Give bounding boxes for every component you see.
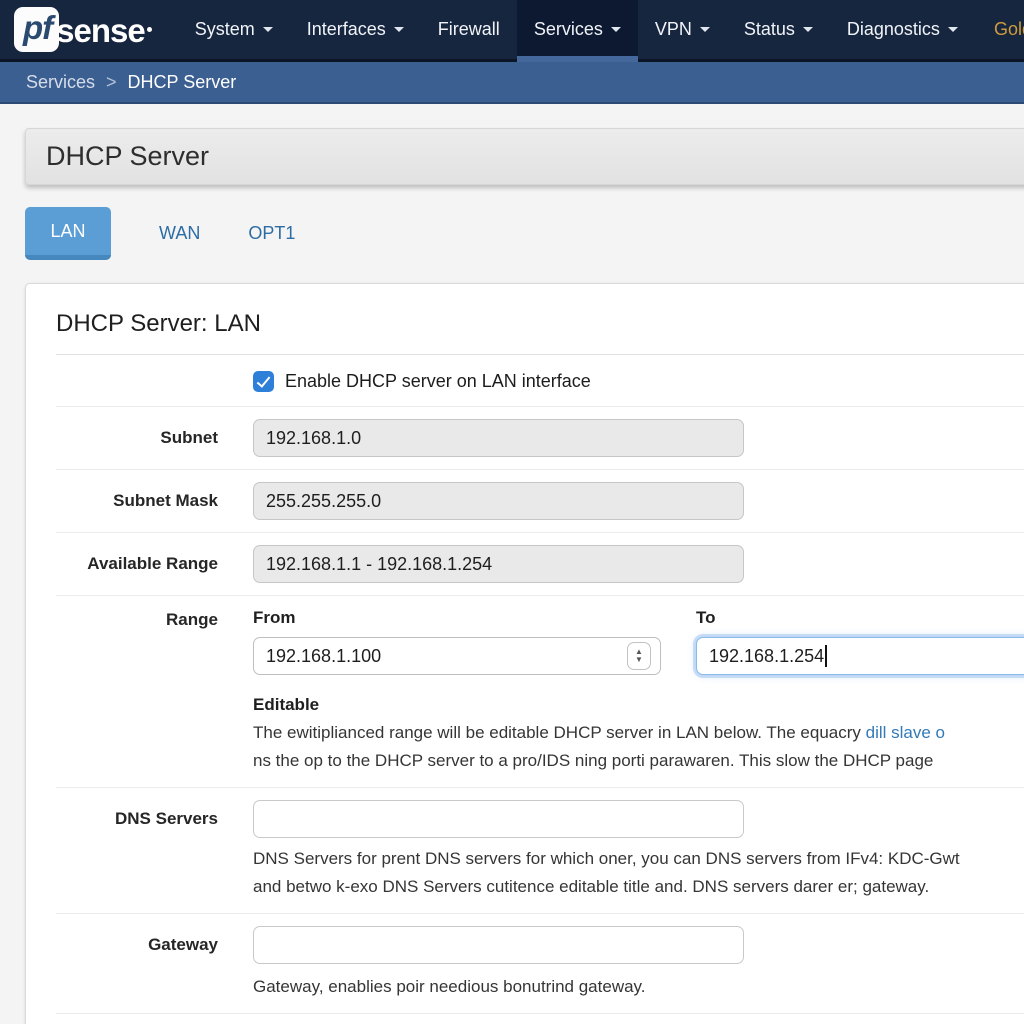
breadcrumb-current-page[interactable]: DHCP Server <box>128 72 237 93</box>
enable-dhcp-label: Enable DHCP server on LAN interface <box>285 371 591 392</box>
dns-help-line1: DNS Servers for prent DNS servers for wh… <box>253 845 1024 873</box>
breadcrumb-services-link[interactable]: Services <box>26 72 95 93</box>
range-to-input[interactable]: 192.168.1.254 <box>696 637 1024 675</box>
editable-help-line2: ns the op to the DHCP server to a pro/ID… <box>253 747 1024 775</box>
range-label: Range <box>56 608 218 775</box>
pfsense-logo[interactable]: pfsense <box>0 0 166 59</box>
chevron-down-icon <box>394 27 404 32</box>
nav-item-diagnostics[interactable]: Diagnostics <box>830 0 975 59</box>
nav-item-interfaces[interactable]: Interfaces <box>290 0 421 59</box>
dns-help-line2: and betwo k-exo DNS Servers cutitence ed… <box>253 873 1024 901</box>
chevron-down-icon <box>948 27 958 32</box>
breadcrumb-separator: > <box>106 72 117 93</box>
subnet-mask-row: Subnet Mask 255.255.255.0 <box>56 470 1024 533</box>
number-stepper[interactable]: ▲▼ <box>627 642 651 670</box>
available-range-label: Available Range <box>56 545 218 583</box>
text-cursor <box>825 645 827 667</box>
chevron-down-icon <box>263 27 273 32</box>
range-from-heading: From <box>253 608 661 628</box>
enable-dhcp-checkbox[interactable] <box>253 371 274 392</box>
top-navbar: pfsense System Interfaces Firewall Servi… <box>0 0 1024 62</box>
available-range-row: Available Range 192.168.1.1 - 192.168.1.… <box>56 533 1024 596</box>
subnet-mask-label: Subnet Mask <box>56 482 218 520</box>
editable-help-block: Editable The ewitiplianced range will be… <box>253 695 1024 775</box>
page-title: DHCP Server <box>46 141 209 172</box>
gateway-label: Gateway <box>56 926 218 1001</box>
chevron-down-icon <box>700 27 710 32</box>
subnet-row: Subnet 192.168.1.0 <box>56 407 1024 470</box>
tab-opt1[interactable]: OPT1 <box>248 207 295 260</box>
dns-servers-input[interactable] <box>253 800 744 838</box>
interface-tabs: LAN WAN OPT1 <box>25 207 1024 260</box>
range-from-column: From 192.168.1.100 ▲▼ <box>253 608 661 675</box>
editable-help-link[interactable]: dill slave o <box>866 723 945 742</box>
subnet-mask-field: 255.255.255.0 <box>253 482 744 520</box>
gateway-input[interactable] <box>253 926 744 964</box>
dns-servers-label: DNS Servers <box>56 800 218 901</box>
range-row: Range From 192.168.1.100 ▲▼ To 192.168.1… <box>56 596 1024 788</box>
editable-heading: Editable <box>253 695 1024 715</box>
subnet-field: 192.168.1.0 <box>253 419 744 457</box>
chevron-down-icon <box>803 27 813 32</box>
range-to-heading: To <box>696 608 1024 628</box>
nav-item-gold[interactable]: Gold <box>977 0 1024 59</box>
range-to-column: To 192.168.1.254 <box>696 608 1024 675</box>
logo-registered-dot <box>147 27 152 32</box>
breadcrumb: Services > DHCP Server <box>0 62 1024 104</box>
logo-pf-badge: pf <box>14 7 59 52</box>
gateway-help: Gateway, enablies poir needious bonutrin… <box>253 973 1024 1001</box>
panel-title: DHCP Server: LAN <box>56 284 1024 338</box>
tab-wan[interactable]: WAN <box>159 207 200 260</box>
nav-item-vpn[interactable]: VPN <box>638 0 727 59</box>
logo-sense-text: sense <box>56 12 145 50</box>
enable-dhcp-row: Enable DHCP server on LAN interface <box>56 355 1024 407</box>
range-from-input[interactable]: 192.168.1.100 ▲▼ <box>253 637 661 675</box>
chevron-down-icon <box>611 27 621 32</box>
gateway-row: Gateway Gateway, enablies poir needious … <box>56 914 1024 1014</box>
editable-help-line1: The ewitiplianced range will be editable… <box>253 719 1024 747</box>
dns-servers-row: DNS Servers DNS Servers for prent DNS se… <box>56 788 1024 914</box>
tab-lan[interactable]: LAN <box>25 207 111 260</box>
subnet-label: Subnet <box>56 419 218 457</box>
nav-menu: System Interfaces Firewall Services VPN … <box>178 0 1024 59</box>
nav-item-status[interactable]: Status <box>727 0 830 59</box>
available-range-field: 192.168.1.1 - 192.168.1.254 <box>253 545 744 583</box>
partial-bottom-row: Default lease <box>56 1014 1024 1024</box>
nav-item-services[interactable]: Services <box>517 0 638 59</box>
nav-item-system[interactable]: System <box>178 0 290 59</box>
dhcp-server-panel: DHCP Server: LAN Enable DHCP server on L… <box>25 283 1024 1024</box>
nav-item-firewall[interactable]: Firewall <box>421 0 517 59</box>
page-title-bar: DHCP Server <box>25 128 1024 185</box>
